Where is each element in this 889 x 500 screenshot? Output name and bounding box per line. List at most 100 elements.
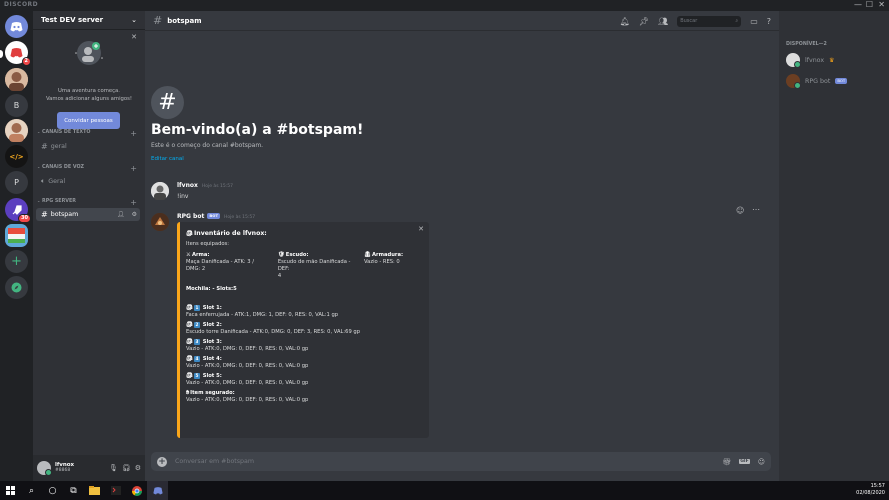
members-heading: DISPONÍVEL—2	[786, 42, 827, 47]
close-icon[interactable]: ✕	[418, 225, 424, 233]
headphones-icon[interactable]: 🎧︎	[122, 464, 131, 472]
backpack-icon: 🎒︎	[186, 373, 193, 379]
search-input[interactable]: Buscar ⌕	[677, 15, 742, 27]
add-channel-icon[interactable]: +	[130, 129, 137, 138]
server-icon-4[interactable]	[5, 119, 28, 142]
add-reaction-icon[interactable]: ☺	[736, 206, 744, 215]
shield-icon: 🛡︎	[277, 252, 285, 258]
explore-servers-icon[interactable]	[5, 276, 28, 299]
backpack-icon: 🎒︎	[186, 305, 193, 311]
server-header[interactable]: Test DEV server ⌄	[33, 11, 145, 30]
invite-people-button[interactable]: Convidar pessoas	[57, 112, 120, 129]
invite-panel: ✕ Uma aventura começa. Vamos adicionar a…	[33, 30, 145, 129]
chat-area: # botspam 🔔︎ 📌︎ 👥︎ Buscar ⌕ ▭ ? # Bem-vi…	[145, 11, 779, 481]
message-author[interactable]: lfvnox Hoje às 15:57	[177, 182, 233, 189]
category-voice-channels[interactable]: ⌄ CANAIS DE VOZ +	[33, 164, 145, 173]
windows-start-icon[interactable]	[0, 481, 21, 500]
inventory-slot: 🎒︎ 4 Slot 4: Vazio - ATK:0, DMG: 0, DEF: …	[186, 356, 309, 369]
edit-channel-link[interactable]: Editar canal	[151, 156, 184, 162]
channel-geral-voice[interactable]: 🔈︎ Geral	[36, 175, 140, 188]
inventory-slot: 🎒︎ 5 Slot 5: Vazio - ATK:0, DMG: 0, DEF: …	[186, 373, 309, 386]
close-icon[interactable]: ✕	[131, 33, 137, 41]
avatar[interactable]	[151, 182, 169, 200]
chevron-down-icon[interactable]: ⌄	[131, 16, 137, 24]
more-options-icon[interactable]: ⋯	[752, 205, 760, 214]
gear-icon[interactable]: ⚙	[132, 211, 137, 218]
bot-tag: BOT	[835, 78, 848, 84]
speaker-icon: 🔈︎	[41, 177, 46, 185]
bot-tag: BOT	[207, 213, 221, 219]
user-panel: lfvnox #8868 🎙︎ 🎧︎ ⚙	[33, 455, 145, 481]
message-text: !inv	[177, 193, 189, 200]
file-explorer-icon[interactable]	[84, 481, 105, 500]
invite-illustration-icon	[75, 41, 103, 65]
server-icon-p[interactable]: P	[5, 171, 28, 194]
help-icon[interactable]: ?	[767, 17, 771, 26]
equipped-fields: ⚔Arma: Maça Danificada - ATK: 3 / DMG: 2…	[186, 252, 420, 280]
search-icon: ⌕	[735, 18, 739, 24]
avatar[interactable]	[37, 461, 52, 476]
search-icon[interactable]: ⌕	[21, 481, 42, 500]
invite-text-2: Vamos adicionar alguns amigos!	[45, 96, 133, 102]
channel-geral-text[interactable]: # geral	[36, 140, 140, 153]
category-rpg-server[interactable]: ⌄ RPG SERVER +	[33, 198, 145, 207]
avatar	[786, 53, 801, 68]
member-item[interactable]: lfvnox ♛	[786, 53, 835, 68]
task-view-icon[interactable]: ⧉	[63, 481, 84, 500]
upload-plus-icon[interactable]: +	[157, 456, 167, 467]
bell-icon[interactable]: 🔔︎	[620, 17, 630, 26]
inbox-icon[interactable]: ▭	[750, 17, 758, 26]
server-badge: 30	[18, 214, 31, 223]
hash-icon: #	[153, 14, 163, 27]
message-author[interactable]: RPG bot BOT Hoje às 15:57	[177, 213, 255, 220]
discord-home-icon[interactable]	[5, 15, 28, 38]
invite-icon[interactable]: 👤︎	[117, 211, 125, 218]
add-channel-icon[interactable]: +	[130, 198, 137, 207]
server-icon-rocket[interactable]: 30	[5, 198, 31, 223]
minimize-button[interactable]: —	[854, 0, 862, 10]
armor-icon: 🦺︎	[364, 252, 372, 258]
server-icon-game[interactable]	[5, 224, 28, 247]
gif-button[interactable]: GIF	[739, 459, 750, 464]
server-icon-code[interactable]: </>	[5, 145, 28, 168]
message-timestamp: Hoje às 15:57	[224, 215, 256, 220]
avatar[interactable]	[151, 213, 169, 231]
emoji-icon[interactable]: ☺	[758, 458, 765, 466]
gift-icon[interactable]: 🎁︎	[722, 458, 731, 466]
welcome-subtitle: Este é o começo do canal #botspam.	[151, 142, 264, 149]
pin-icon[interactable]: 📌︎	[639, 17, 649, 26]
close-window-button[interactable]: ✕	[878, 0, 885, 10]
system-clock[interactable]: 15:57 02/08/2020	[856, 483, 885, 497]
field-weapon: ⚔Arma: Maça Danificada - ATK: 3 / DMG: 2	[186, 252, 254, 272]
channel-botspam[interactable]: # botspam 👤︎ ⚙	[36, 208, 140, 221]
welcome-title: Bem-vindo(a) a #botspam!	[151, 122, 364, 138]
message-input[interactable]: Conversar em #botspam	[175, 458, 714, 465]
add-server-icon[interactable]: +	[5, 250, 28, 273]
server-icon-2[interactable]	[5, 68, 28, 91]
chrome-icon[interactable]	[126, 481, 147, 500]
members-icon[interactable]: 👥︎	[658, 17, 668, 26]
clock-date: 02/08/2020	[856, 490, 885, 496]
header-toolbar: 🔔︎ 📌︎ 👥︎ Buscar ⌕ ▭ ?	[620, 11, 779, 31]
member-list: DISPONÍVEL—2 lfvnox ♛ RPG bot BOT	[779, 11, 889, 481]
microphone-icon[interactable]: 🎙︎	[109, 464, 118, 472]
taskbar: ⌕ ○ ⧉ 15:57 02/08/2020	[0, 481, 889, 500]
server-icon-b[interactable]: B	[5, 94, 28, 117]
embed-title: 🎒︎Inventário de lfvnox:	[186, 230, 267, 237]
discord-taskbar-icon[interactable]	[147, 481, 168, 500]
terminal-icon[interactable]	[105, 481, 126, 500]
server-rail: 2 B </> P 30 +	[0, 11, 33, 481]
add-channel-icon[interactable]: +	[130, 164, 137, 173]
cortana-icon[interactable]: ○	[42, 481, 63, 500]
server-icon-1[interactable]: 2	[5, 41, 31, 66]
user-settings-gear-icon[interactable]: ⚙	[135, 464, 141, 472]
welcome-hash-icon: #	[151, 86, 184, 119]
backpack-icon: 🎒︎	[186, 231, 193, 237]
category-text-channels[interactable]: ⌄ CANAIS DE TEXTO +	[33, 129, 145, 138]
maximize-button[interactable]: ☐	[866, 0, 873, 10]
backpack-icon: 🎒︎	[186, 322, 193, 328]
app-brand: DISCORD	[4, 1, 39, 8]
crown-icon: ♛	[829, 56, 835, 64]
member-item[interactable]: RPG bot BOT	[786, 74, 848, 89]
field-shield: 🛡︎Escudo: Escudo de mão Danificada - DEF…	[277, 252, 351, 279]
